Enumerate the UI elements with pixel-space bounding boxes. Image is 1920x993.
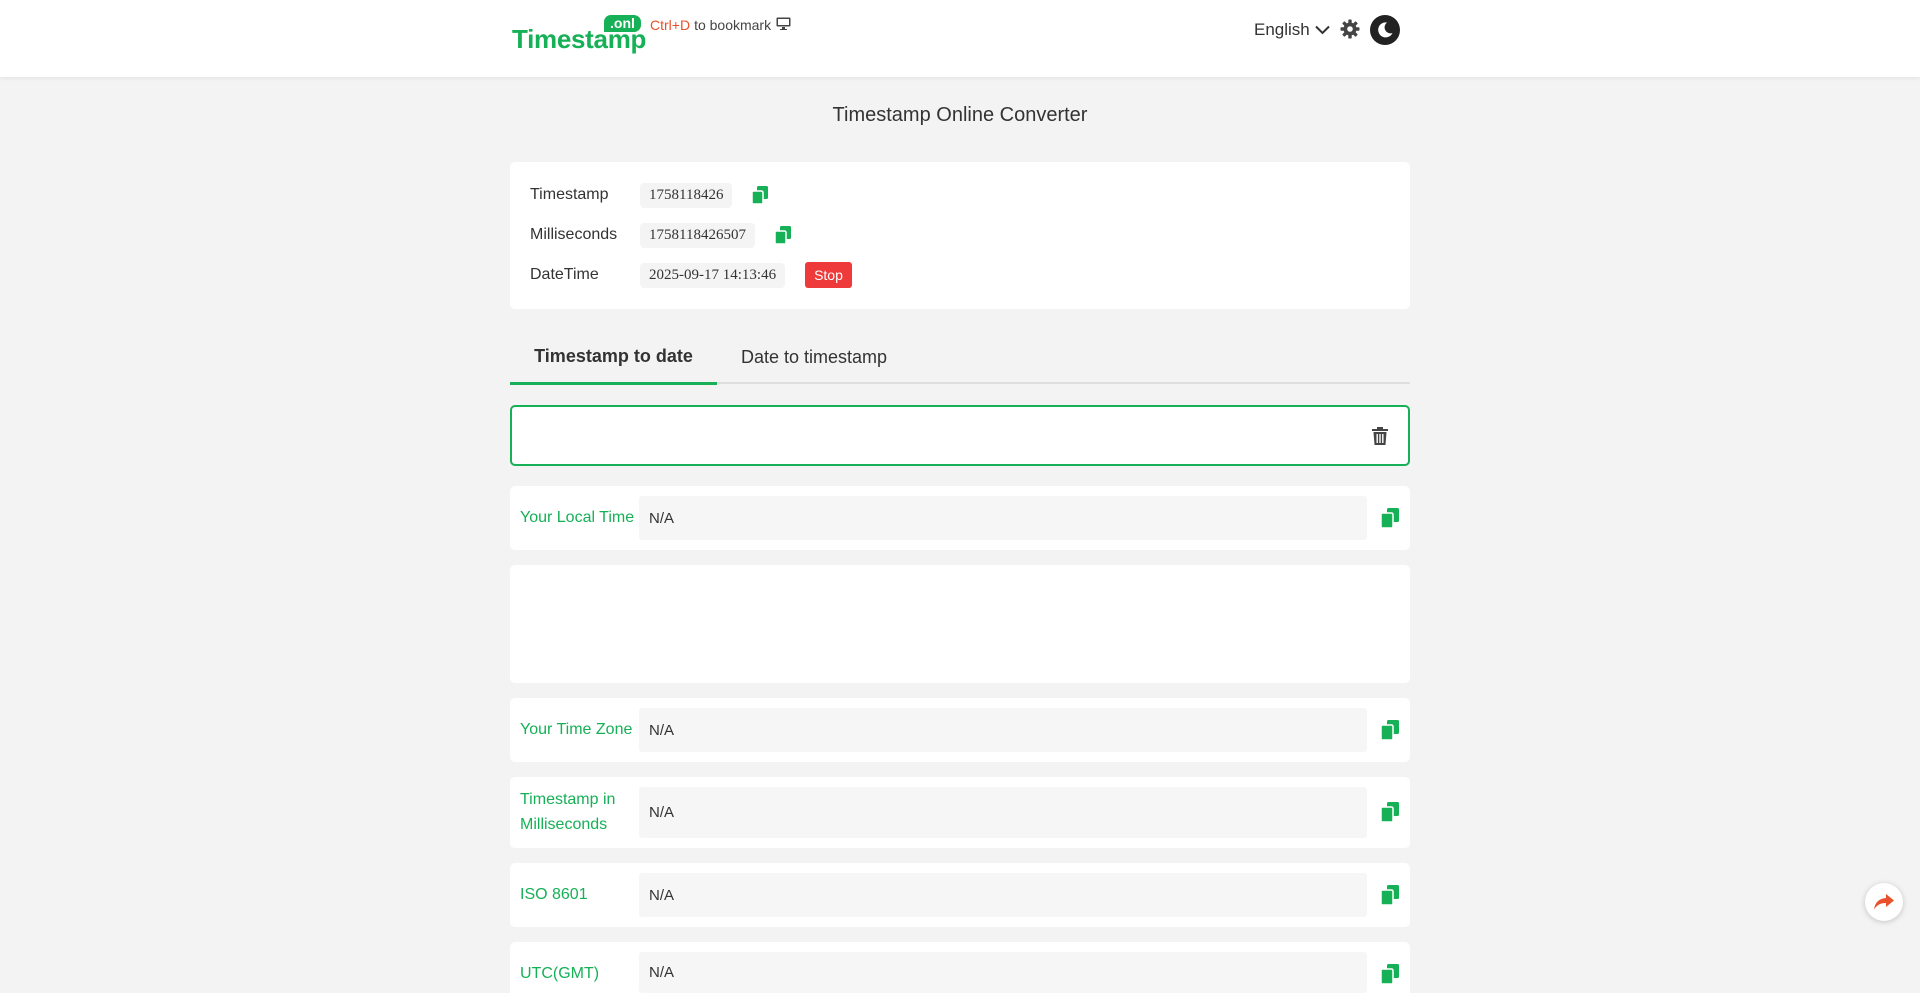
bookmark-text: to bookmark (694, 17, 772, 33)
stop-button[interactable]: Stop (805, 262, 852, 288)
timestamp-input[interactable] (526, 419, 1346, 453)
utc-gmt-value: N/A (639, 952, 1367, 993)
share-icon (1874, 894, 1894, 910)
copy-icon[interactable] (774, 226, 791, 244)
milliseconds-result-row: Timestamp in Milliseconds N/A (510, 777, 1410, 848)
local-time-row: Your Local Time N/A (510, 486, 1410, 550)
time-zone-label: Your Time Zone (520, 721, 633, 738)
local-time-label: Your Local Time (520, 509, 635, 526)
converter-tabs: Timestamp to date Date to timestamp (510, 330, 1410, 385)
copy-icon[interactable] (1381, 964, 1399, 984)
ad-placeholder (510, 565, 1410, 683)
time-zone-row: Your Time Zone N/A (510, 698, 1410, 762)
top-bar: Timestamp .onl Ctrl+D to bookmark Englis… (0, 0, 1920, 77)
copy-icon[interactable] (1381, 508, 1399, 528)
monitor-icon (776, 17, 791, 33)
bookmark-keys: Ctrl+D (650, 17, 691, 33)
utc-gmt-label: UTC(GMT) (520, 965, 600, 982)
site-logo[interactable]: Timestamp .onl (512, 14, 646, 54)
chevron-down-icon (1315, 25, 1330, 35)
milliseconds-value: 1758118426507 (640, 222, 755, 248)
copy-icon[interactable] (1381, 720, 1399, 740)
copy-icon[interactable] (1381, 885, 1399, 905)
milliseconds-label-line2: Milliseconds (520, 816, 608, 833)
timestamp-value: 1758118426 (640, 182, 733, 208)
bookmark-hint: Ctrl+D to bookmark (650, 17, 791, 33)
language-label: English (1254, 20, 1310, 39)
datetime-value: 2025-09-17 14:13:46 (640, 262, 786, 288)
tab-date-to-timestamp[interactable]: Date to timestamp (717, 330, 911, 384)
iso-8601-row: ISO 8601 N/A (510, 863, 1410, 927)
milliseconds-result-label: Timestamp in Milliseconds (520, 787, 615, 837)
utc-gmt-row: UTC(GMT) N/A (510, 942, 1410, 993)
trash-icon[interactable] (1372, 427, 1388, 445)
logo-badge: .onl (604, 15, 641, 32)
page-title: Timestamp Online Converter (832, 104, 1088, 126)
milliseconds-result-value: N/A (639, 787, 1367, 838)
current-timestamp-row: Timestamp 1758118426 (530, 182, 769, 208)
dark-mode-toggle[interactable] (1370, 15, 1400, 45)
time-zone-value: N/A (639, 708, 1367, 752)
moon-icon (1378, 22, 1393, 38)
current-milliseconds-row: Milliseconds 1758118426507 (530, 222, 791, 248)
datetime-label: DateTime (530, 266, 599, 283)
milliseconds-label: Milliseconds (530, 226, 618, 243)
timestamp-label: Timestamp (530, 186, 609, 203)
local-time-value: N/A (639, 496, 1367, 540)
timestamp-input-box (510, 405, 1410, 466)
gear-icon[interactable] (1340, 19, 1360, 39)
tab-timestamp-to-date[interactable]: Timestamp to date (510, 330, 717, 385)
language-selector[interactable]: English (1254, 20, 1330, 40)
milliseconds-label-line1: Timestamp in (520, 791, 616, 808)
current-datetime-row: DateTime 2025-09-17 14:13:46 Stop (530, 262, 852, 288)
copy-icon[interactable] (752, 186, 769, 204)
copy-icon[interactable] (1381, 802, 1399, 822)
iso-8601-label: ISO 8601 (520, 886, 588, 903)
iso-8601-value: N/A (639, 873, 1367, 917)
current-time-card: Timestamp 1758118426 Milliseconds 175811… (510, 162, 1410, 309)
share-button[interactable] (1865, 883, 1903, 921)
